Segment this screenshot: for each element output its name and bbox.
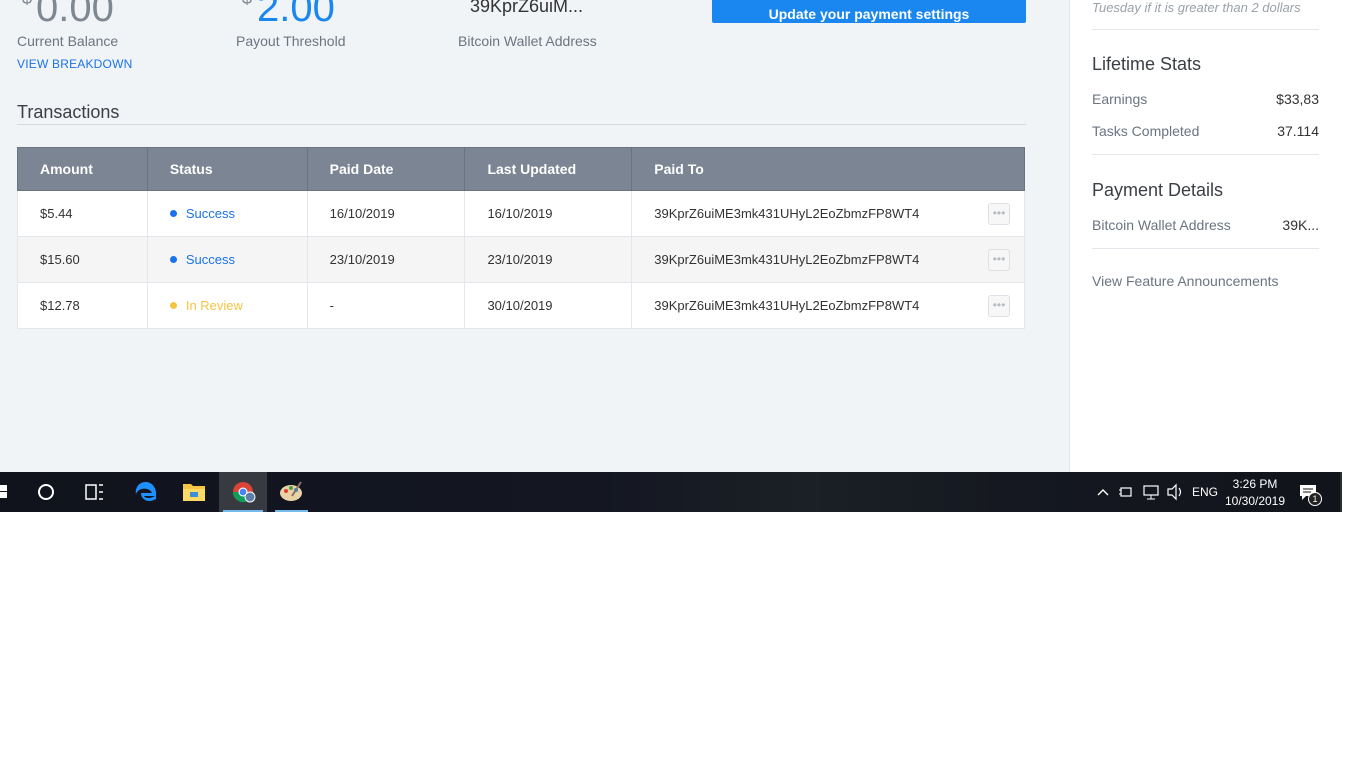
amount-cell: $12.78 — [17, 282, 148, 329]
view-breakdown-link[interactable]: VIEW BREAKDOWN — [17, 57, 132, 71]
windows-start-icon[interactable] — [0, 472, 14, 512]
transactions-table: Amount Status Paid Date Last Updated Pai… — [17, 147, 1025, 329]
payout-threshold-value: 2.00 — [257, 0, 335, 30]
clock-time: 3:26 PM — [1232, 477, 1278, 491]
status-text: In Review — [185, 298, 243, 313]
sidebar: Tuesday if it is greater than 2 dollars … — [1069, 0, 1366, 472]
wallet-label: Bitcoin Wallet Address — [1092, 217, 1231, 233]
payment-details-title: Payment Details — [1092, 180, 1224, 200]
chrome-browser-icon[interactable] — [219, 472, 267, 512]
active-app-indicator — [223, 510, 263, 512]
view-feature-announcements-link[interactable]: View Feature Announcements — [1092, 273, 1279, 289]
paid-to-address: 39KprZ6uiME3mk431UHyL2EoZbmzFP8WT4 — [654, 298, 920, 313]
tasks-completed-value: 37.114 — [1277, 123, 1319, 139]
payout-schedule-note: Tuesday if it is greater than 2 dollars — [1092, 0, 1301, 15]
edge-browser-icon[interactable] — [123, 472, 169, 512]
clock-date: 10/30/2019 — [1224, 494, 1286, 508]
sidebar-divider — [1092, 248, 1319, 249]
language-indicator[interactable]: ENG — [1192, 472, 1220, 512]
clock[interactable]: 3:26 PM 10/30/2019 — [1224, 472, 1286, 512]
status-text: Success — [185, 206, 235, 221]
column-header-paid-to[interactable]: Paid To — [631, 147, 1025, 191]
show-hidden-icons-chevron-icon[interactable] — [1093, 472, 1113, 512]
table-row: $15.60 Success 23/10/2019 23/10/2019 39K… — [17, 236, 1025, 283]
column-header-amount[interactable]: Amount — [17, 147, 148, 191]
paid-date-cell: - — [307, 282, 466, 329]
column-header-paid-date[interactable]: Paid Date — [307, 147, 466, 191]
earnings-row: Earnings $33,83 — [1092, 91, 1319, 107]
running-app-indicator — [275, 510, 308, 512]
network-icon[interactable] — [1140, 472, 1162, 512]
table-header-row: Amount Status Paid Date Last Updated Pai… — [17, 147, 1025, 191]
status-dot-icon — [169, 256, 177, 264]
main-content: $ 0.00 Current Balance $ 2.00 Payout Thr… — [0, 0, 1069, 472]
status-dot-icon — [169, 210, 177, 218]
column-header-status[interactable]: Status — [147, 147, 308, 191]
wallet-value: 39K... — [1282, 217, 1319, 233]
wallet-address-short: 39KprZ6uiM... — [470, 0, 584, 16]
paid-to-cell: 39KprZ6uiME3mk431UHyL2EoZbmzFP8WT4 ••• — [631, 190, 1025, 237]
current-balance-value: 0.00 — [36, 0, 114, 30]
paid-to-cell: 39KprZ6uiME3mk431UHyL2EoZbmzFP8WT4 ••• — [631, 236, 1025, 283]
power-plug-icon[interactable] — [1116, 472, 1136, 512]
last-updated-cell: 16/10/2019 — [464, 190, 633, 237]
update-payment-settings-button[interactable]: Update your payment settings — [712, 0, 1026, 23]
cortana-search-icon[interactable] — [24, 472, 68, 512]
amount-cell: $15.60 — [17, 236, 148, 283]
paid-date-cell: 16/10/2019 — [307, 190, 466, 237]
current-balance-label: Current Balance — [17, 33, 119, 49]
task-view-icon[interactable] — [72, 472, 116, 512]
earnings-label: Earnings — [1092, 91, 1148, 107]
sidebar-divider — [1092, 29, 1319, 30]
payout-threshold-label: Payout Threshold — [236, 33, 346, 49]
section-divider — [17, 124, 1026, 125]
status-text: Success — [185, 252, 235, 267]
amount-cell: $5.44 — [17, 190, 148, 237]
wallet-row: Bitcoin Wallet Address 39K... — [1092, 217, 1319, 233]
status-cell: Success — [147, 190, 308, 237]
more-options-icon[interactable]: ••• — [988, 248, 1010, 271]
status-cell: In Review — [147, 282, 308, 329]
show-desktop-button[interactable] — [1340, 472, 1342, 512]
paid-to-cell: 39KprZ6uiME3mk431UHyL2EoZbmzFP8WT4 ••• — [631, 282, 1025, 329]
wallet-address-label: Bitcoin Wallet Address — [458, 33, 597, 49]
table-row: $5.44 Success 16/10/2019 16/10/2019 39Kp… — [17, 190, 1025, 237]
volume-icon[interactable] — [1164, 472, 1186, 512]
sidebar-divider — [1092, 154, 1319, 155]
status-cell: Success — [147, 236, 308, 283]
lifetime-stats-title: Lifetime Stats — [1092, 54, 1202, 74]
last-updated-cell: 23/10/2019 — [464, 236, 633, 283]
currency-symbol: $ — [22, 0, 32, 9]
column-header-last-updated[interactable]: Last Updated — [464, 147, 633, 191]
file-explorer-icon[interactable] — [171, 472, 217, 512]
status-dot-icon — [169, 302, 177, 310]
paid-to-address: 39KprZ6uiME3mk431UHyL2EoZbmzFP8WT4 — [654, 206, 920, 221]
paint-app-icon[interactable] — [271, 472, 312, 512]
windows-taskbar: ENG 3:26 PM 10/30/2019 1 — [0, 472, 1340, 512]
notification-count-badge: 1 — [1308, 492, 1322, 506]
action-center-icon[interactable]: 1 — [1296, 472, 1326, 512]
table-row: $12.78 In Review - 30/10/2019 39KprZ6uiM… — [17, 282, 1025, 329]
paid-date-cell: 23/10/2019 — [307, 236, 466, 283]
last-updated-cell: 30/10/2019 — [464, 282, 633, 329]
earnings-value: $33,83 — [1276, 91, 1319, 107]
transactions-title: Transactions — [17, 102, 120, 122]
more-options-icon[interactable]: ••• — [988, 294, 1010, 317]
more-options-icon[interactable]: ••• — [988, 202, 1010, 225]
tasks-completed-label: Tasks Completed — [1092, 123, 1200, 139]
currency-symbol: $ — [242, 0, 252, 9]
app-window: $ 0.00 Current Balance $ 2.00 Payout Thr… — [0, 0, 1366, 472]
tasks-completed-row: Tasks Completed 37.114 — [1092, 123, 1319, 139]
paid-to-address: 39KprZ6uiME3mk431UHyL2EoZbmzFP8WT4 — [654, 252, 920, 267]
